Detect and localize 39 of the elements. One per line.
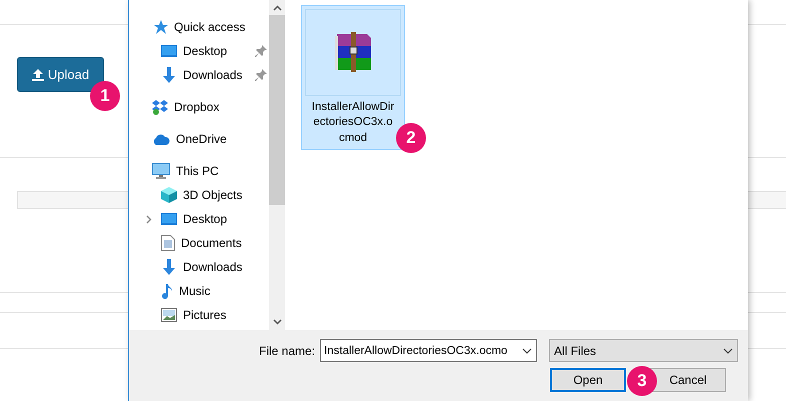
file-type-select[interactable]: All Files (549, 339, 738, 362)
nav-item[interactable]: Downloads (129, 63, 269, 87)
image-icon (161, 308, 177, 322)
nav-item[interactable]: OneDrive (129, 127, 269, 151)
cancel-button[interactable]: Cancel (650, 368, 726, 392)
nav-item[interactable]: Quick access (129, 15, 269, 39)
down-arrow-icon (161, 259, 177, 275)
cloud-icon (152, 133, 170, 145)
nav-item[interactable]: Dropbox (129, 95, 269, 119)
boxes-icon (152, 99, 168, 115)
scroll-up-icon[interactable] (272, 5, 282, 11)
nav-item[interactable]: Downloads (129, 255, 269, 279)
dropdown-caret-icon[interactable] (522, 348, 532, 354)
scroll-down-icon[interactable] (272, 319, 282, 325)
scroll-thumb[interactable] (269, 15, 285, 205)
dropdown-caret-icon[interactable] (723, 348, 734, 354)
monitor-icon (161, 44, 177, 58)
star-icon (152, 19, 168, 35)
file-tile[interactable]: InstallerAllowDirectoriesOC3x.ocmod (301, 5, 405, 150)
down-arrow-icon (161, 67, 177, 83)
upload-icon (32, 68, 44, 80)
nav-item[interactable]: Desktop (129, 207, 269, 231)
file-name-label: File name: (259, 344, 316, 358)
chevron-icon[interactable] (146, 214, 152, 224)
nav-item[interactable]: Desktop (129, 39, 269, 63)
file-name: InstallerAllowDirectoriesOC3x.ocmod (311, 100, 395, 146)
file-name-input[interactable]: InstallerAllowDirectoriesOC3x.ocmo (324, 344, 520, 356)
nav-item[interactable]: Documents (129, 231, 269, 255)
document-icon (161, 235, 175, 251)
file-name-combo-box[interactable]: InstallerAllowDirectoriesOC3x.ocmo (320, 339, 538, 362)
nav-item[interactable]: This PC (129, 159, 269, 183)
nav-item[interactable]: Music (129, 279, 269, 303)
scrollbar[interactable] (269, 0, 285, 330)
music-note-icon (161, 283, 173, 299)
computer-icon (152, 163, 170, 179)
open-button[interactable]: Open (550, 368, 626, 392)
nav-item[interactable]: Pictures (129, 303, 269, 327)
monitor-icon (161, 212, 177, 226)
step-badge: 1 (90, 81, 120, 111)
